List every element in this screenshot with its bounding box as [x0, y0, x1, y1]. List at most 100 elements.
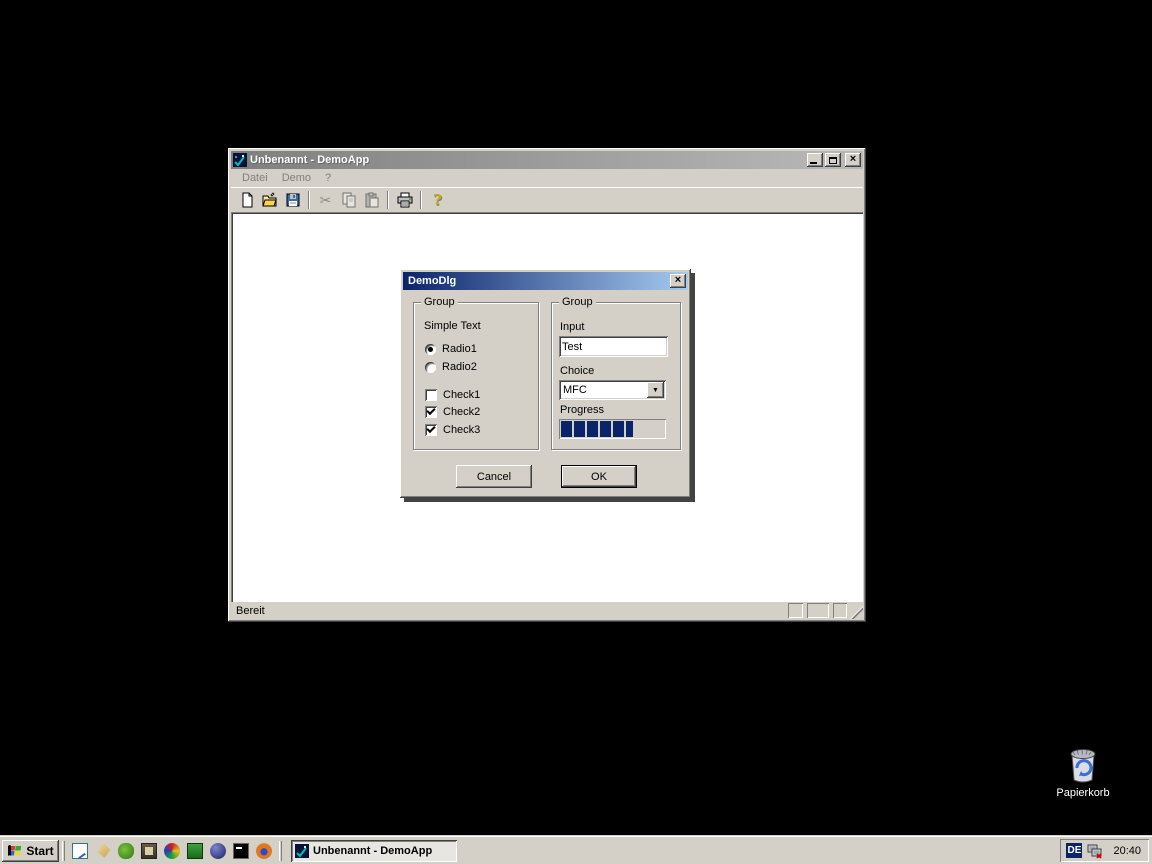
copy-pages-icon	[341, 192, 357, 208]
media-player-icon[interactable]	[164, 843, 180, 859]
app-titlebar[interactable]: Unbenannt - DemoApp ×	[231, 151, 863, 169]
progress-label: Progress	[560, 404, 604, 416]
check2-label: Check2	[443, 406, 480, 418]
green-creature-icon[interactable]	[118, 843, 134, 859]
recycle-bin-label: Papierkorb	[1056, 787, 1109, 799]
input-label: Input	[560, 321, 584, 333]
desktop: Unbenannt - DemoApp × Datei Demo ?	[0, 0, 1152, 864]
start-label: Start	[26, 844, 53, 858]
left-group-label: Group	[421, 296, 458, 308]
language-indicator[interactable]: DE	[1066, 843, 1082, 858]
close-button[interactable]: ×	[845, 153, 861, 167]
window-title: Unbenannt - DemoApp	[250, 154, 807, 166]
choice-value: MFC	[559, 384, 647, 396]
recycle-bin-icon[interactable]	[1065, 746, 1101, 784]
toolbar-separator	[308, 191, 310, 209]
quick-launch-bar	[68, 843, 276, 859]
new-file-button[interactable]	[235, 189, 258, 211]
save-file-button[interactable]	[281, 189, 304, 211]
app-icon[interactable]	[233, 153, 247, 167]
toolbar: ✂	[231, 187, 863, 212]
chevron-down-icon: ▼	[652, 387, 659, 394]
dialog-close-button[interactable]: ×	[670, 274, 686, 288]
choice-combobox[interactable]: MFC ▼	[559, 380, 666, 400]
radio-selected-icon[interactable]	[425, 344, 436, 355]
radio2-label: Radio2	[442, 361, 477, 373]
command-prompt-icon[interactable]	[233, 843, 249, 859]
taskbar-grip[interactable]	[279, 841, 282, 861]
taskbar: Start Unbenannt - DemoApp DE	[0, 836, 1152, 864]
toolbar-separator	[387, 191, 389, 209]
status-bar: Bereit	[231, 602, 863, 619]
checkbox-checked-icon[interactable]	[425, 424, 437, 436]
start-button[interactable]: Start	[2, 840, 59, 862]
close-icon: ×	[850, 154, 856, 165]
globe-icon[interactable]	[210, 843, 226, 859]
checkbox-unchecked-icon[interactable]	[425, 389, 437, 401]
radio1-option[interactable]: Radio1	[425, 343, 477, 355]
firefox-icon[interactable]	[256, 843, 272, 859]
minimize-icon	[810, 162, 817, 164]
input-field[interactable]	[559, 336, 668, 357]
progress-fill	[561, 421, 633, 437]
recycle-bin-icon-group[interactable]: Papierkorb	[1048, 746, 1118, 799]
check3-label: Check3	[443, 424, 480, 436]
open-folder-icon	[262, 192, 278, 208]
app-icon	[295, 844, 309, 858]
new-file-icon	[239, 192, 255, 208]
pen-notes-icon[interactable]	[95, 843, 111, 859]
check1-option[interactable]: Check1	[425, 389, 480, 401]
resize-grip[interactable]	[850, 606, 863, 619]
radio2-option[interactable]: Radio2	[425, 361, 477, 373]
task-button-demoapp[interactable]: Unbenannt - DemoApp	[291, 840, 457, 862]
left-groupbox: Group Simple Text Radio1 Radio2 Check1 C…	[413, 302, 539, 450]
status-pane-3	[833, 603, 847, 618]
dialog-title: DemoDlg	[408, 275, 670, 287]
copy-button[interactable]	[337, 189, 360, 211]
print-printer-icon	[397, 192, 413, 208]
minimize-button[interactable]	[807, 153, 823, 167]
status-pane-2	[807, 603, 829, 618]
cut-scissors-icon: ✂	[320, 192, 332, 209]
demo-dialog: DemoDlg × Group Simple Text Radio1 Radio…	[400, 269, 691, 498]
radio-unselected-icon[interactable]	[425, 362, 436, 373]
close-icon: ×	[675, 275, 681, 286]
paste-button[interactable]	[360, 189, 383, 211]
menu-item-demo[interactable]: Demo	[275, 170, 318, 186]
right-groupbox: Group Input Choice MFC ▼ Progress	[551, 302, 681, 450]
maximize-button[interactable]	[825, 153, 841, 167]
simple-text-label: Simple Text	[424, 320, 481, 332]
status-pane-1	[788, 603, 803, 618]
network-status-icon[interactable]	[1087, 843, 1104, 859]
menu-item-help[interactable]: ?	[318, 170, 338, 186]
radio1-label: Radio1	[442, 343, 477, 355]
green-tool-icon[interactable]	[187, 843, 203, 859]
task-button-label: Unbenannt - DemoApp	[313, 845, 432, 857]
choice-label: Choice	[560, 365, 594, 377]
cancel-button[interactable]: Cancel	[456, 465, 532, 488]
show-desktop-icon[interactable]	[72, 843, 88, 859]
dialog-titlebar[interactable]: DemoDlg ×	[403, 272, 688, 290]
right-group-label: Group	[559, 296, 596, 308]
help-question-icon: ?	[433, 191, 442, 209]
help-button[interactable]: ?	[426, 189, 449, 211]
maximize-icon	[829, 157, 837, 164]
toolbar-separator	[420, 191, 422, 209]
menu-bar: Datei Demo ?	[231, 169, 863, 187]
print-button[interactable]	[393, 189, 416, 211]
address-book-icon[interactable]	[141, 843, 157, 859]
check2-option[interactable]: Check2	[425, 406, 480, 418]
taskbar-grip[interactable]	[62, 841, 65, 861]
combobox-dropdown-button[interactable]: ▼	[647, 382, 664, 398]
progress-bar	[559, 419, 666, 439]
ok-button[interactable]: OK	[561, 465, 637, 488]
checkbox-checked-icon[interactable]	[425, 406, 437, 418]
open-file-button[interactable]	[258, 189, 281, 211]
check1-label: Check1	[443, 389, 480, 401]
menu-item-datei[interactable]: Datei	[235, 170, 275, 186]
status-text-pane: Bereit	[232, 603, 784, 618]
save-floppy-icon	[285, 192, 301, 208]
cut-button[interactable]: ✂	[314, 189, 337, 211]
system-tray: DE 20:40	[1060, 839, 1149, 862]
check3-option[interactable]: Check3	[425, 424, 480, 436]
